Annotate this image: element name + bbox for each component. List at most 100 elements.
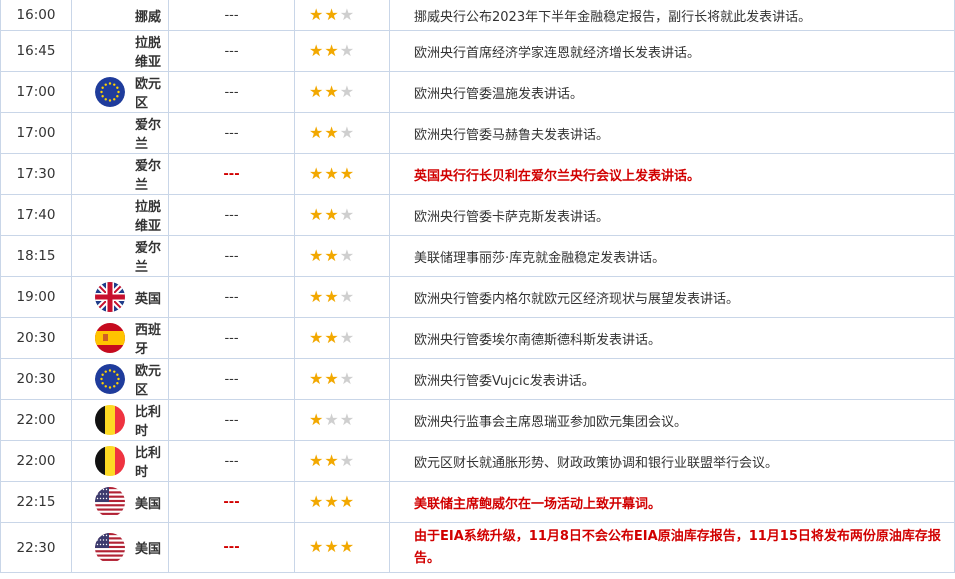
event-description: 英国央行行长贝利在爱尔兰央行会议上发表讲话。 <box>389 153 955 195</box>
belgium-flag-icon <box>95 446 125 476</box>
event-country: 拉脱维亚 <box>71 30 169 72</box>
event-description: 由于EIA系统升级，11月8日不会公布EIA原油库存报告，11月15日将发布两份… <box>389 522 955 573</box>
event-country: 欧元区 <box>71 358 169 400</box>
importance-rating: ★★★ <box>294 235 390 277</box>
event-row: 20:30 欧元区 --- ★★★ 欧洲央行管委Vujcic发表讲话。 <box>0 358 955 400</box>
event-value: --- <box>168 112 295 154</box>
event-country: 爱尔兰 <box>71 153 169 195</box>
star-icon: ★ <box>324 4 339 24</box>
event-row: 17:40 拉脱维亚 --- ★★★ 欧洲央行管委卡萨克斯发表讲话。 <box>0 194 955 236</box>
event-country: 挪威 <box>71 0 169 31</box>
star-icon: ★ <box>309 81 324 101</box>
importance-rating: ★★★ <box>294 276 390 318</box>
event-value: --- <box>168 71 295 113</box>
event-row: 17:30 爱尔兰 --- ★★★ 英国央行行长贝利在爱尔兰央行会议上发表讲话。 <box>0 153 955 195</box>
star-icon: ★ <box>339 450 355 470</box>
star-icon: ★ <box>309 163 324 183</box>
event-country: 美国 <box>71 522 169 573</box>
importance-rating: ★★★ <box>294 440 390 482</box>
country-name: 比利时 <box>135 446 162 480</box>
event-time: 19:00 <box>0 276 72 318</box>
us-flag-icon <box>95 487 125 517</box>
event-time: 17:00 <box>0 112 72 154</box>
event-time: 17:40 <box>0 194 72 236</box>
event-time: 18:15 <box>0 235 72 277</box>
country-name: 西班牙 <box>135 323 162 357</box>
country-name: 美国 <box>135 542 162 557</box>
country-name: 欧元区 <box>135 364 162 398</box>
event-time: 16:00 <box>0 0 72 31</box>
event-calendar-body: 16:00 挪威 --- ★★★ 挪威央行公布2023年下半年金融稳定报告，副行长将就此… <box>0 0 955 573</box>
star-icon: ★ <box>339 537 355 556</box>
importance-rating: ★★★ <box>294 399 390 441</box>
event-row: 17:00 欧元区 --- ★★★ 欧洲央行管委温施发表讲话。 <box>0 71 955 113</box>
event-time: 22:30 <box>0 522 72 573</box>
star-icon: ★ <box>324 450 339 470</box>
event-country: 美国 <box>71 481 169 523</box>
star-icon: ★ <box>309 409 324 429</box>
event-country: 比利时 <box>71 440 169 482</box>
event-time: 20:30 <box>0 358 72 400</box>
event-row: 19:00 英国 --- ★★★ 欧洲央行管委内格尔就欧元区经济现状与展望发表讲话。 <box>0 276 955 318</box>
star-icon: ★ <box>339 122 355 142</box>
country-name: 爱尔兰 <box>135 118 162 152</box>
eu-flag-icon <box>95 77 125 107</box>
star-icon: ★ <box>309 286 324 306</box>
event-description: 欧元区财长就通胀形势、财政政策协调和银行业联盟举行会议。 <box>389 440 955 482</box>
event-value: --- <box>168 522 295 573</box>
event-value: --- <box>168 481 295 523</box>
uk-flag-icon <box>95 282 125 312</box>
star-icon: ★ <box>309 122 324 142</box>
star-icon: ★ <box>309 368 324 388</box>
event-description: 欧洲央行管委Vujcic发表讲话。 <box>389 358 955 400</box>
event-value: --- <box>168 440 295 482</box>
event-row: 22:15 美国 --- ★★★ 美联储主席鲍威尔在一场活动上致开幕词。 <box>0 481 955 523</box>
star-icon: ★ <box>324 245 339 265</box>
event-description: 美联储主席鲍威尔在一场活动上致开幕词。 <box>389 481 955 523</box>
star-icon: ★ <box>309 4 324 24</box>
us-flag-icon <box>95 532 125 563</box>
event-value: --- <box>168 276 295 318</box>
star-icon: ★ <box>339 4 355 24</box>
importance-rating: ★★★ <box>294 481 390 523</box>
importance-rating: ★★★ <box>294 194 390 236</box>
star-icon: ★ <box>339 245 355 265</box>
event-row: 17:00 爱尔兰 --- ★★★ 欧洲央行管委马赫鲁夫发表讲话。 <box>0 112 955 154</box>
event-calendar-table: 16:00 挪威 --- ★★★ 挪威央行公布2023年下半年金融稳定报告，副行长将就此… <box>0 0 955 573</box>
star-icon: ★ <box>339 368 355 388</box>
country-name: 美国 <box>135 496 162 512</box>
event-description: 美联储理事丽莎·库克就金融稳定发表讲话。 <box>389 235 955 277</box>
star-icon: ★ <box>339 491 355 511</box>
event-row: 20:30 西班牙 --- ★★★ 欧洲央行管委埃尔南德斯德科斯发表讲话。 <box>0 317 955 359</box>
country-name: 拉脱维亚 <box>135 200 162 234</box>
event-value: --- <box>168 153 295 195</box>
star-icon: ★ <box>324 122 339 142</box>
event-description: 欧洲央行管委埃尔南德斯德科斯发表讲话。 <box>389 317 955 359</box>
star-icon: ★ <box>339 163 355 183</box>
event-country: 英国 <box>71 276 169 318</box>
star-icon: ★ <box>324 409 339 429</box>
event-description: 欧洲央行管委卡萨克斯发表讲话。 <box>389 194 955 236</box>
event-row: 18:15 爱尔兰 --- ★★★ 美联储理事丽莎·库克就金融稳定发表讲话。 <box>0 235 955 277</box>
country-name: 挪威 <box>135 9 162 25</box>
importance-rating: ★★★ <box>294 71 390 113</box>
star-icon: ★ <box>339 81 355 101</box>
country-name: 拉脱维亚 <box>135 36 162 70</box>
event-value: --- <box>168 235 295 277</box>
event-country: 比利时 <box>71 399 169 441</box>
star-icon: ★ <box>324 163 339 183</box>
event-value: --- <box>168 399 295 441</box>
star-icon: ★ <box>324 327 339 347</box>
star-icon: ★ <box>309 204 324 224</box>
star-icon: ★ <box>339 286 355 306</box>
event-row: 16:45 拉脱维亚 --- ★★★ 欧洲央行首席经济学家连恩就经济增长发表讲话。 <box>0 30 955 72</box>
event-country: 拉脱维亚 <box>71 194 169 236</box>
event-country: 欧元区 <box>71 71 169 113</box>
event-value: --- <box>168 194 295 236</box>
star-icon: ★ <box>339 204 355 224</box>
star-icon: ★ <box>309 450 324 470</box>
importance-rating: ★★★ <box>294 317 390 359</box>
event-time: 22:00 <box>0 399 72 441</box>
star-icon: ★ <box>324 81 339 101</box>
star-icon: ★ <box>309 327 324 347</box>
